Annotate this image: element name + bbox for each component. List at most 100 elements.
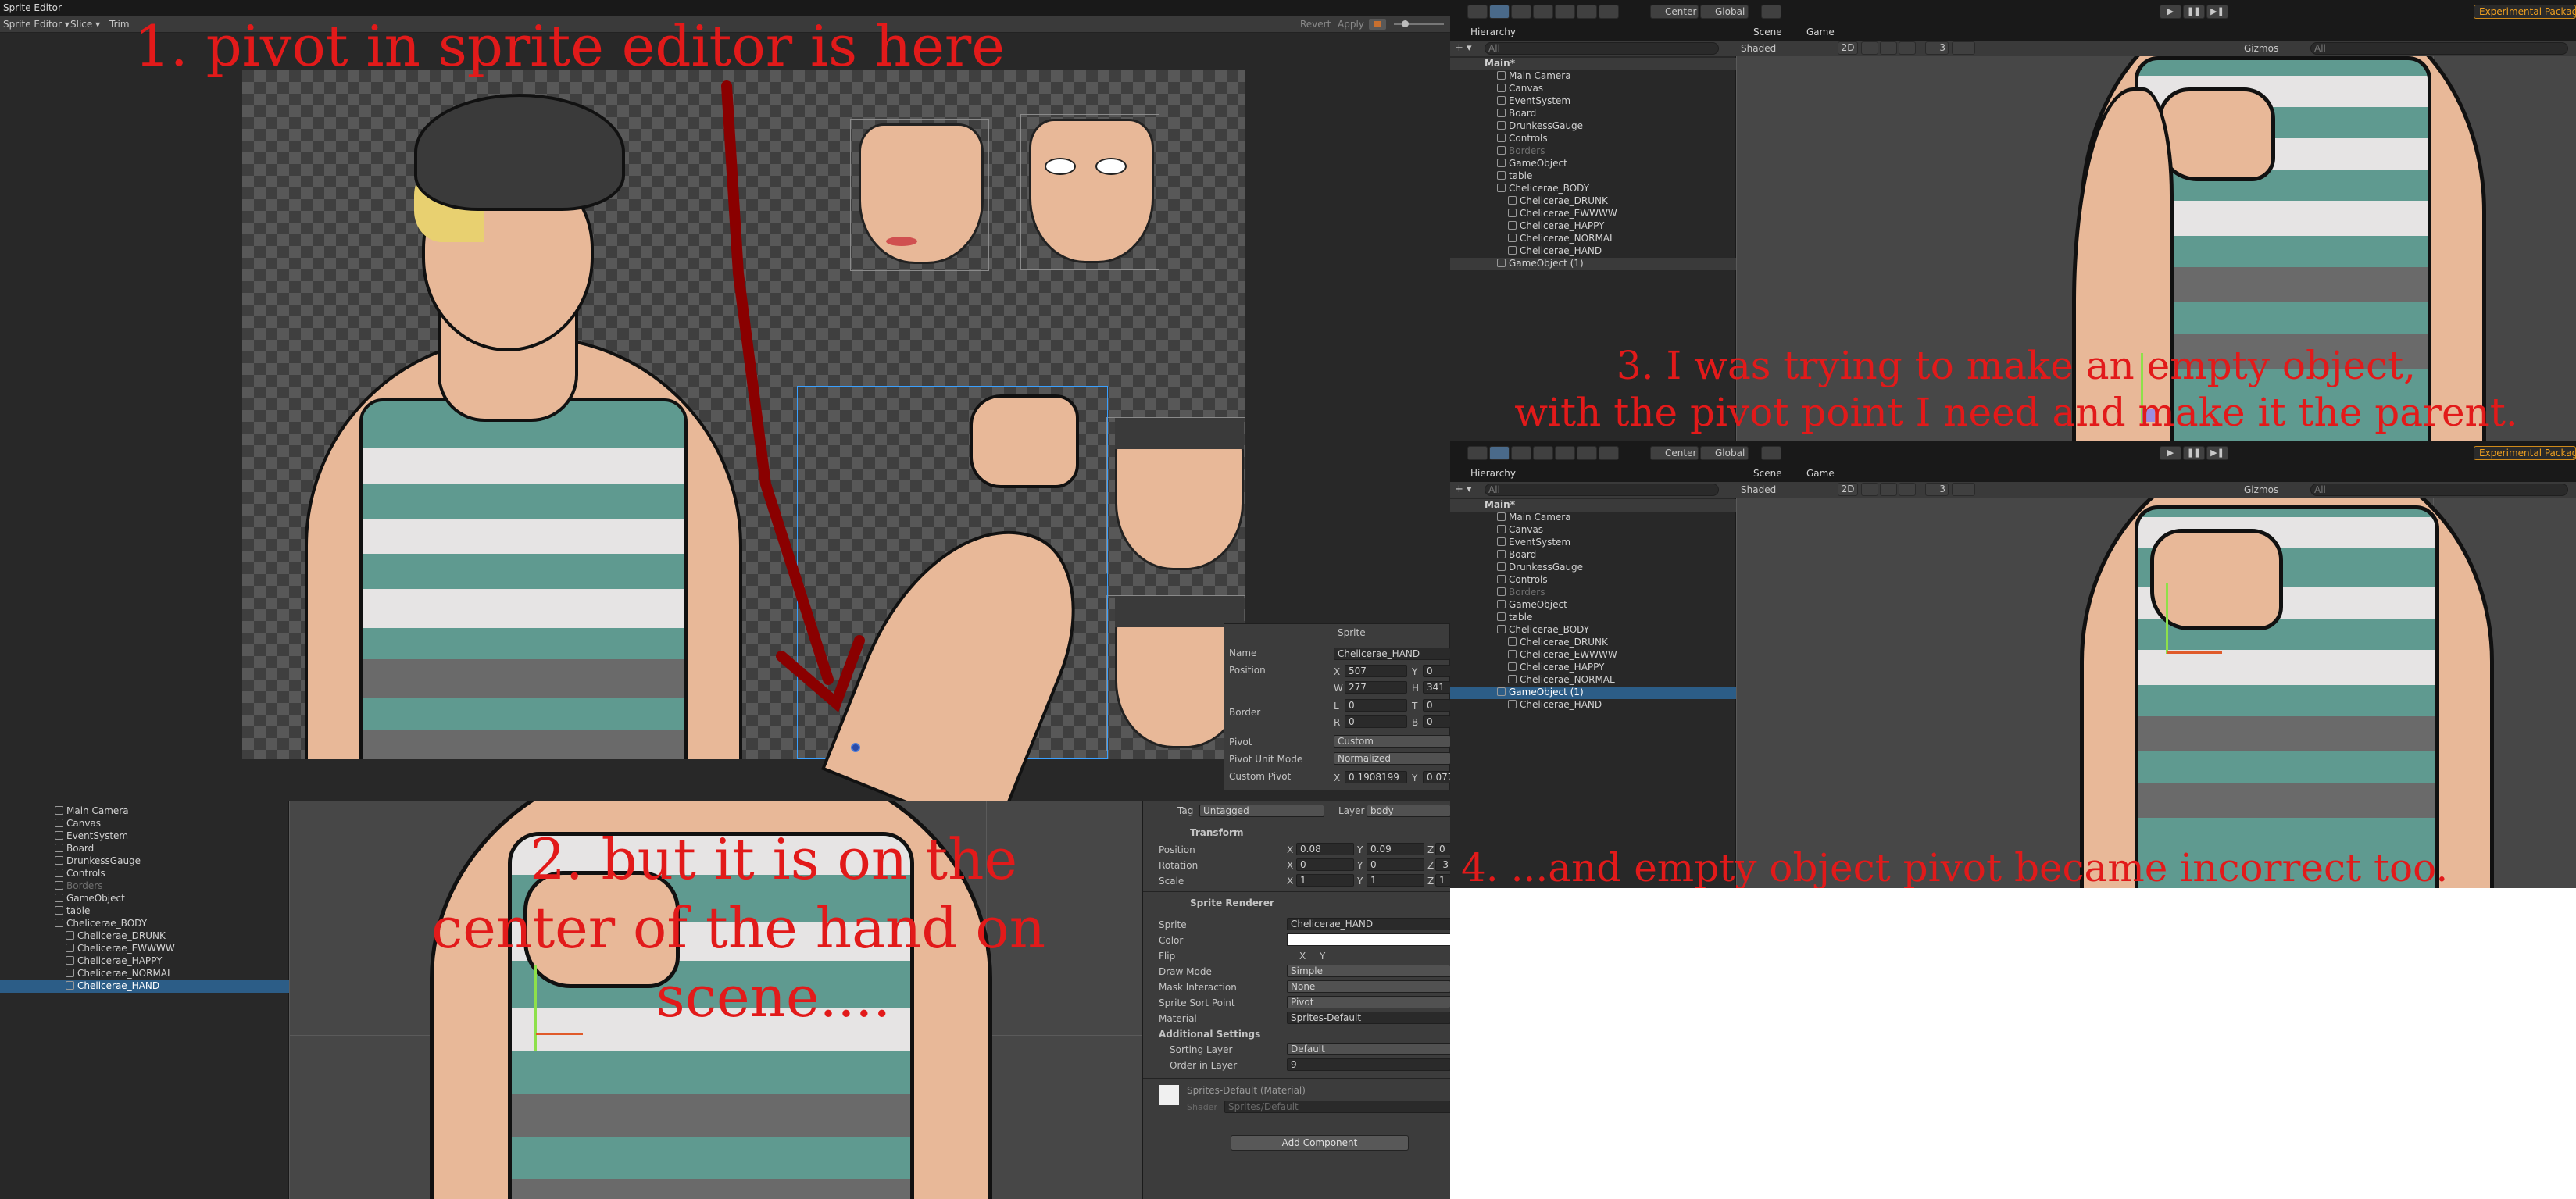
hierarchy-item-chelicerae-normal[interactable]: Chelicerae_NORMAL <box>1450 674 1736 687</box>
hierarchy-item-chelicerae-ewwww[interactable]: Chelicerae_EWWWW <box>1450 649 1736 662</box>
scale-tool-icon[interactable] <box>1533 5 1553 19</box>
rotation-y[interactable]: 0 <box>1367 858 1424 871</box>
zoom-slider[interactable] <box>1394 20 1444 27</box>
hierarchy-item-gameobject[interactable]: GameObject <box>1450 599 1736 612</box>
hierarchy-item-main-camera[interactable]: Main Camera <box>1450 70 1736 83</box>
rect-tool-icon[interactable] <box>1555 446 1575 460</box>
move-tool-icon[interactable] <box>1489 5 1510 19</box>
hierarchy-item-eventsystem[interactable]: EventSystem <box>1450 537 1736 549</box>
apply-button[interactable]: Apply <box>1338 19 1364 30</box>
rotation-x[interactable]: 0 <box>1296 858 1354 871</box>
pivot-center-toggle[interactable]: Center <box>1650 5 1699 19</box>
game-tab[interactable]: Game <box>1806 468 1835 479</box>
hierarchy-item-board[interactable]: Board <box>1450 108 1736 120</box>
hierarchy-item-controls[interactable]: Controls <box>0 868 289 880</box>
add-object-button[interactable]: + ▾ <box>1455 484 1472 495</box>
flip-x-checkbox[interactable]: X <box>1299 951 1306 962</box>
experimental-package-badge[interactable]: Experimental Package <box>2474 446 2576 460</box>
flip-y-checkbox[interactable]: Y <box>1320 951 1325 962</box>
position-z[interactable]: 0 <box>1435 843 1450 855</box>
hierarchy-item-borders[interactable]: Borders <box>0 880 289 893</box>
game-tab[interactable]: Game <box>1806 27 1835 37</box>
step-button[interactable]: ▶❚ <box>2206 446 2228 460</box>
audio-toggle-icon[interactable] <box>1880 41 1897 55</box>
hierarchy-item-chelicerae-happy[interactable]: Chelicerae_HAPPY <box>1450 220 1736 233</box>
hierarchy-tab[interactable]: Hierarchy <box>1470 468 1516 479</box>
hierarchy-search-input[interactable]: All <box>1485 42 1719 55</box>
step-button[interactable]: ▶❚ <box>2206 5 2228 19</box>
transform-header[interactable]: Transform <box>1190 827 1243 838</box>
custom-pivot-y-field[interactable]: 0.0775 <box>1423 771 1450 783</box>
hierarchy-item-chelicerae-body[interactable]: Chelicerae_BODY <box>1450 183 1736 195</box>
hierarchy-item-chelicerae-body[interactable]: Chelicerae_BODY <box>0 918 289 930</box>
hierarchy-item-chelicerae-drunk[interactable]: Chelicerae_DRUNK <box>0 930 289 943</box>
hierarchy-item-chelicerae-ewwww[interactable]: Chelicerae_EWWWW <box>0 943 289 955</box>
grid-toggle-icon[interactable] <box>1952 41 1975 55</box>
border-b-field[interactable]: 0 <box>1423 715 1450 728</box>
hierarchy-item-drunkessgauge[interactable]: DrunkessGauge <box>1450 562 1736 574</box>
hierarchy-item-chelicerae-drunk[interactable]: Chelicerae_DRUNK <box>1450 637 1736 649</box>
add-component-button[interactable]: Add Component <box>1231 1135 1409 1151</box>
rotate-tool-icon[interactable] <box>1511 446 1531 460</box>
gizmos-dropdown[interactable]: Gizmos <box>2244 43 2278 54</box>
color-swatch[interactable] <box>1287 933 1450 946</box>
hierarchy-item-chelicerae-hand[interactable]: Chelicerae_HAND <box>0 980 289 993</box>
snap-icon[interactable] <box>1761 5 1781 19</box>
tag-dropdown[interactable]: Untagged <box>1199 805 1324 817</box>
hierarchy-item-gameobject-1[interactable]: GameObject (1) <box>1450 687 1736 699</box>
audio-toggle-icon[interactable] <box>1880 483 1897 496</box>
hierarchy-search-input[interactable]: All <box>1485 484 1719 496</box>
rect-tool-icon[interactable] <box>1555 5 1575 19</box>
hierarchy-item-gameobject[interactable]: GameObject <box>1450 158 1736 170</box>
move-gizmo-x-icon[interactable] <box>536 1033 583 1035</box>
mask-dropdown[interactable]: None <box>1287 980 1450 993</box>
menu-sprite-editor[interactable]: Sprite Editor ▾ <box>3 19 70 30</box>
position-x[interactable]: 0.08 <box>1296 843 1354 855</box>
sorting-layer-dropdown[interactable]: Default <box>1287 1043 1450 1055</box>
custom-pivot-x-field[interactable]: 0.1908199 <box>1345 771 1407 783</box>
border-l-field[interactable]: 0 <box>1345 699 1407 712</box>
hierarchy-item-table[interactable]: table <box>1450 170 1736 183</box>
effects-toggle-icon[interactable] <box>1899 483 1916 496</box>
hierarchy-item-table[interactable]: table <box>1450 612 1736 624</box>
hidden-objects-toggle[interactable]: 3 <box>1925 483 1949 496</box>
2d-toggle[interactable]: 2D <box>1838 483 1858 496</box>
grid-toggle-icon[interactable] <box>1952 483 1975 496</box>
global-toggle[interactable]: Global <box>1700 5 1749 19</box>
hierarchy-item-table[interactable]: table <box>0 905 289 918</box>
pause-button[interactable]: ❚❚ <box>2183 5 2205 19</box>
size-h-field[interactable]: 341 <box>1423 681 1450 694</box>
effects-toggle-icon[interactable] <box>1899 41 1916 55</box>
position-y-field[interactable]: 0 <box>1423 665 1450 677</box>
bottom-right-scene-view[interactable] <box>1736 498 2576 888</box>
hierarchy-item-chelicerae-hand[interactable]: Chelicerae_HAND <box>1450 245 1736 258</box>
pause-button[interactable]: ❚❚ <box>2183 446 2205 460</box>
hierarchy-item-board[interactable]: Board <box>0 843 289 855</box>
snap-icon[interactable] <box>1761 446 1781 460</box>
order-in-layer-field[interactable]: 9 <box>1287 1058 1450 1071</box>
hierarchy-item-borders[interactable]: Borders <box>1450 145 1736 158</box>
move-tool-icon[interactable] <box>1489 446 1510 460</box>
hierarchy-item-chelicerae-normal[interactable]: Chelicerae_NORMAL <box>0 968 289 980</box>
rotate-tool-icon[interactable] <box>1511 5 1531 19</box>
hierarchy-item-chelicerae-drunk[interactable]: Chelicerae_DRUNK <box>1450 195 1736 208</box>
hierarchy-item-gameobject-1[interactable]: GameObject (1) <box>1450 258 1736 270</box>
hierarchy-item-main-camera[interactable]: Main Camera <box>1450 512 1736 524</box>
hierarchy-item-main-camera[interactable]: Main Camera <box>0 805 289 818</box>
hand-tool-icon[interactable] <box>1467 5 1488 19</box>
custom-tool-icon[interactable] <box>1599 5 1619 19</box>
pivot-unit-dropdown[interactable]: Normalized <box>1334 752 1450 765</box>
pivot-handle-icon[interactable] <box>851 743 860 752</box>
revert-button[interactable]: Revert <box>1300 19 1331 30</box>
sort-point-dropdown[interactable]: Pivot <box>1287 996 1450 1008</box>
hierarchy-item-canvas[interactable]: Canvas <box>0 818 289 830</box>
layer-dropdown[interactable]: body <box>1367 805 1450 817</box>
play-button[interactable]: ▶ <box>2160 446 2181 460</box>
scene-search-input[interactable]: All <box>2310 484 2568 496</box>
move-gizmo-y-icon[interactable] <box>2166 583 2168 654</box>
hierarchy-item-chelicerae-happy[interactable]: Chelicerae_HAPPY <box>0 955 289 968</box>
hierarchy-item-gameobject[interactable]: GameObject <box>0 893 289 905</box>
material-field[interactable]: Sprites-Default <box>1287 1012 1450 1024</box>
menu-trim[interactable]: Trim <box>109 19 130 30</box>
tab-sprite-editor[interactable]: Sprite Editor <box>3 2 62 13</box>
